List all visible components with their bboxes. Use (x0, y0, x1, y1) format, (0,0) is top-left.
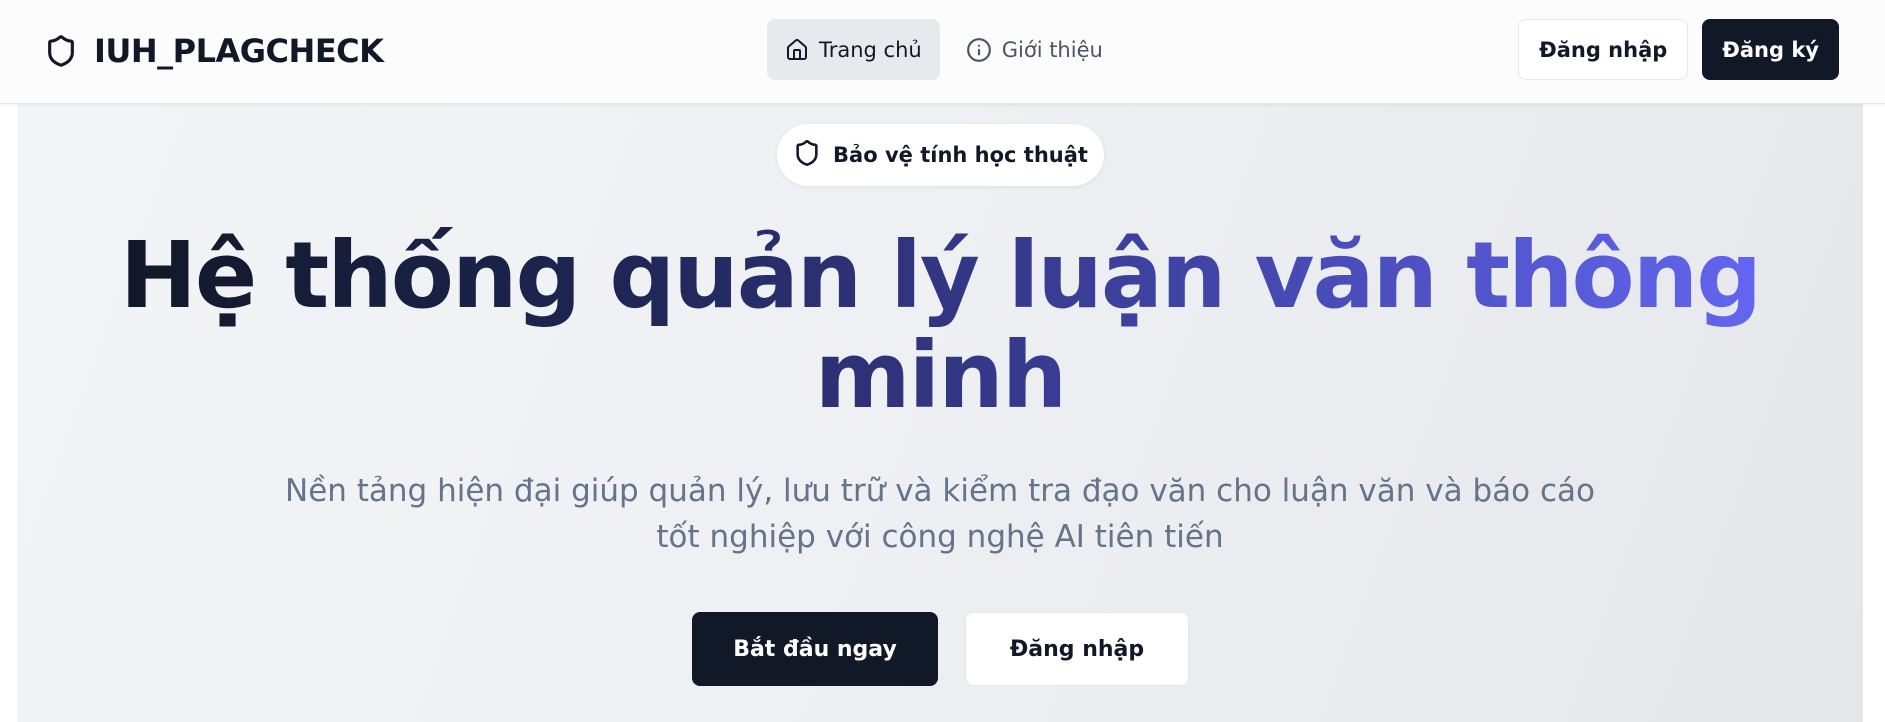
academic-integrity-badge: Bảo vệ tính học thuật (777, 124, 1104, 186)
hero-section: Bảo vệ tính học thuật Hệ thống quản lý l… (17, 104, 1863, 722)
hero-cta-group: Bắt đầu ngay Đăng nhập (692, 612, 1189, 686)
register-button[interactable]: Đăng ký (1702, 19, 1839, 80)
nav-link-about[interactable]: Giới thiệu (948, 19, 1121, 80)
auth-actions: Đăng nhập Đăng ký (1518, 19, 1839, 80)
home-icon (785, 38, 809, 62)
brand-logo[interactable]: IUH_PLAGCHECK (44, 28, 384, 74)
login-button[interactable]: Đăng nhập (1518, 19, 1689, 80)
brand-title: IUH_PLAGCHECK (94, 32, 384, 70)
get-started-button[interactable]: Bắt đầu ngay (692, 612, 938, 686)
hero-login-button[interactable]: Đăng nhập (965, 612, 1189, 686)
top-navbar: IUH_PLAGCHECK Trang chủ Giới thiệu Đăng … (0, 0, 1885, 104)
shield-icon (44, 32, 78, 70)
nav-link-about-label: Giới thiệu (1001, 37, 1103, 62)
shield-icon (793, 137, 821, 174)
hero-subtitle: Nền tảng hiện đại giúp quản lý, lưu trữ … (285, 473, 1595, 555)
main-nav: Trang chủ Giới thiệu (767, 19, 1121, 80)
badge-label: Bảo vệ tính học thuật (833, 143, 1088, 167)
nav-link-home-label: Trang chủ (819, 37, 922, 62)
hero-headline: Hệ thống quản lý luận văn thông minh (117, 226, 1763, 426)
info-icon (966, 37, 992, 63)
nav-link-home[interactable]: Trang chủ (767, 19, 940, 80)
